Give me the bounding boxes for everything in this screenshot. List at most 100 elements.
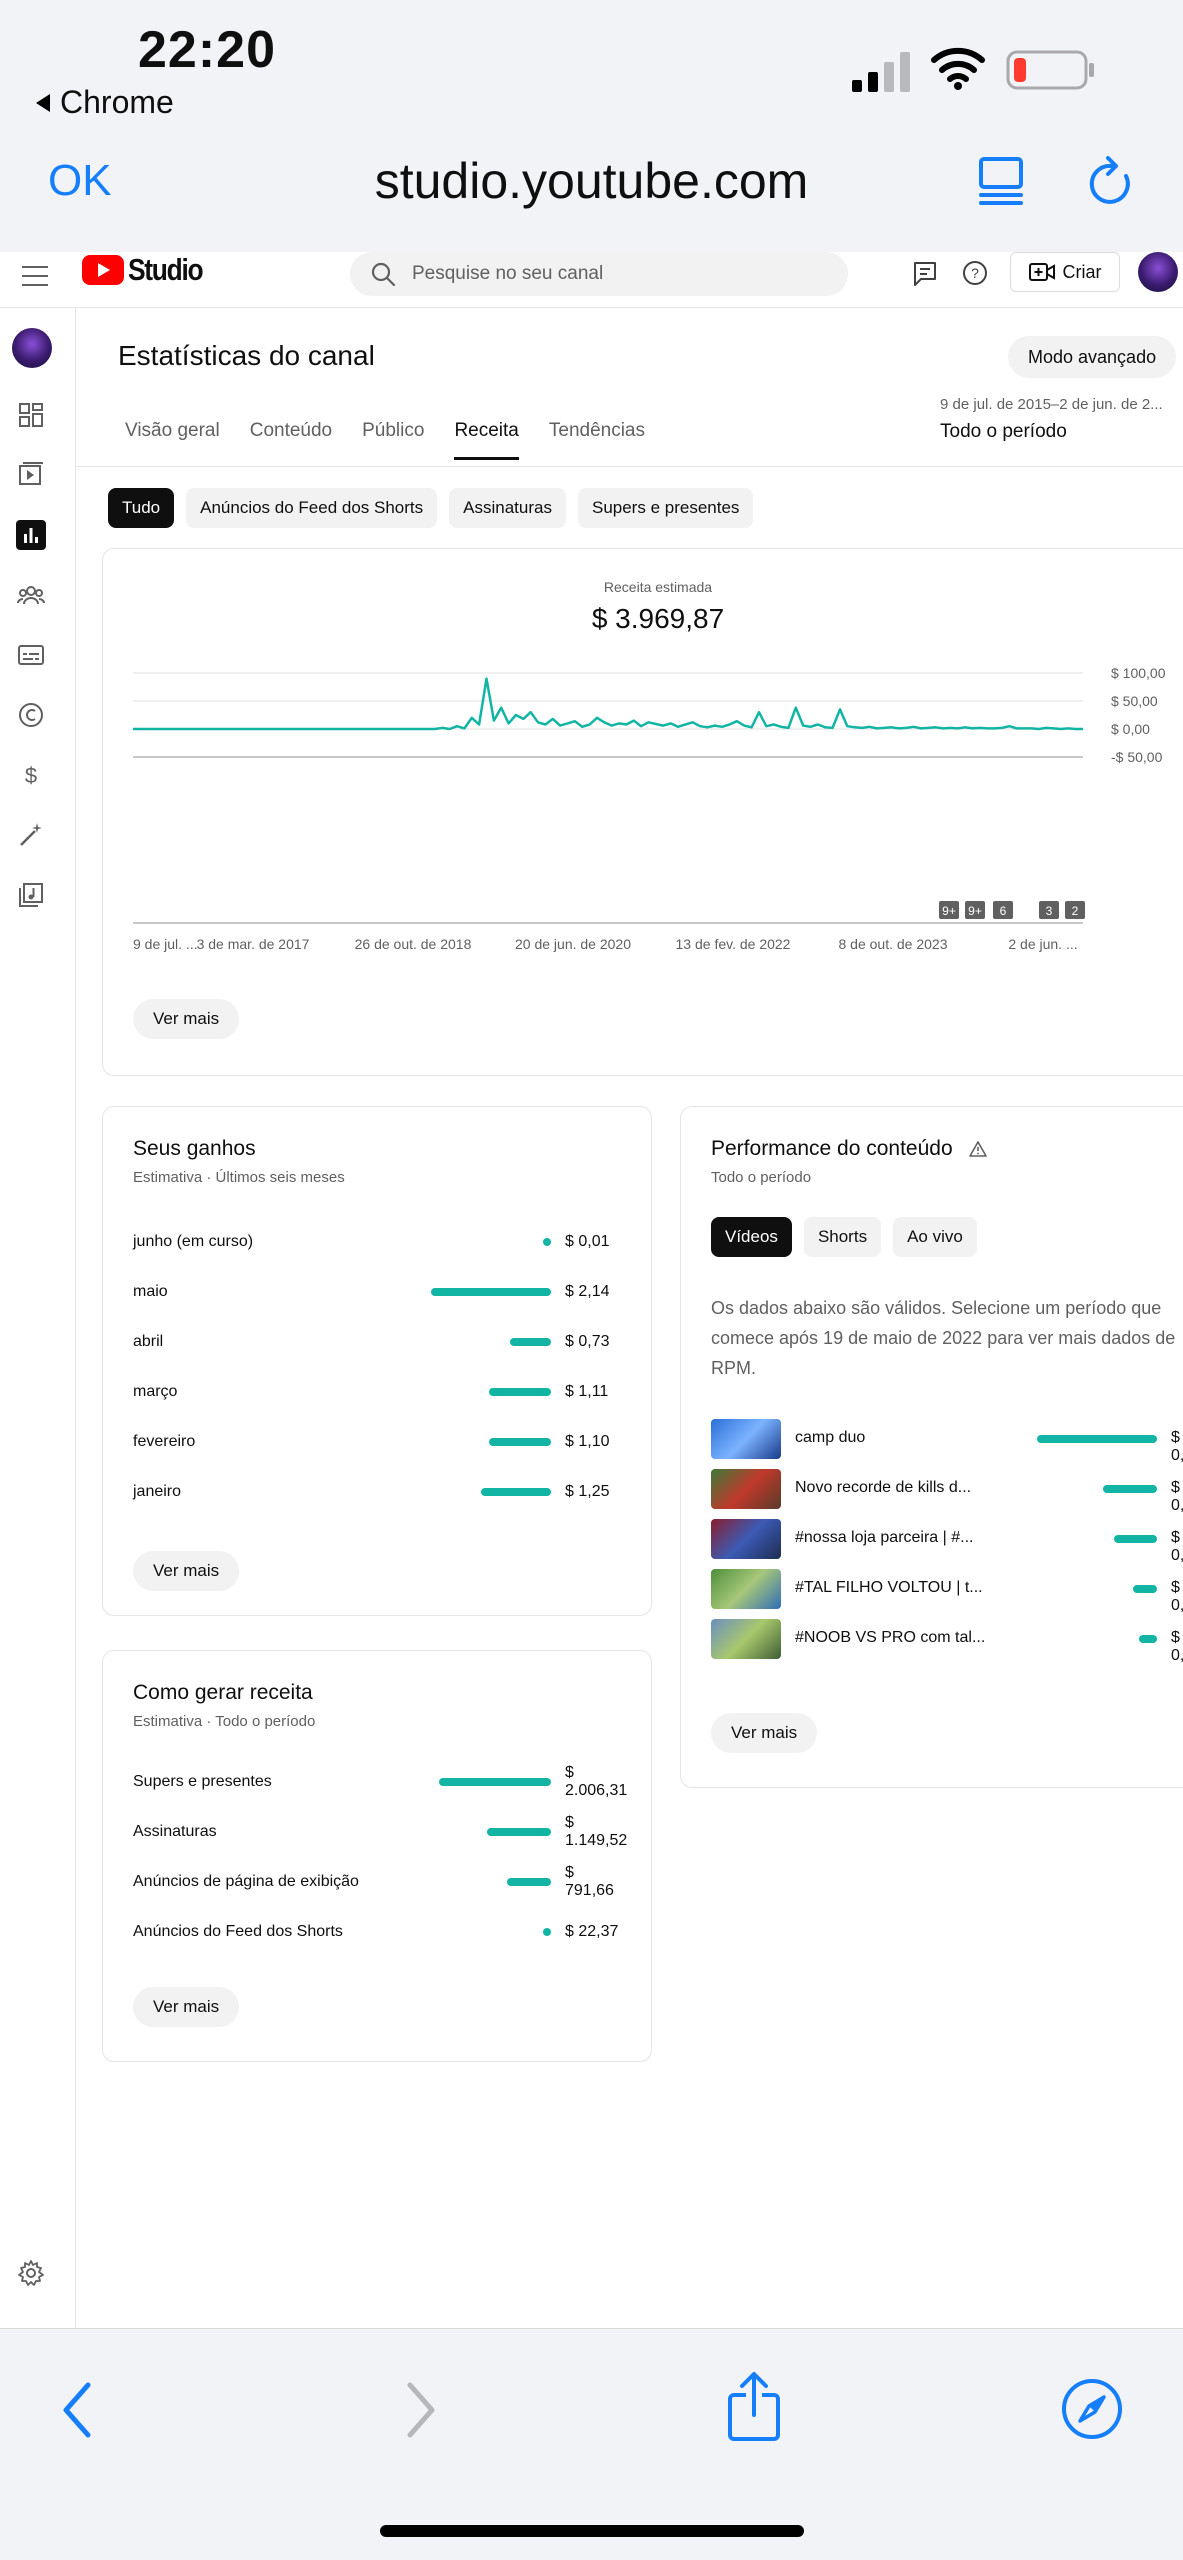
- chip-memberships[interactable]: Assinaturas: [449, 488, 566, 528]
- earnings-label: junho (em curso): [133, 1233, 254, 1250]
- video-revenue-value: $ 0,0: [1171, 1479, 1183, 1514]
- warning-icon[interactable]: [968, 1141, 987, 1158]
- earnings-subtitle: Estimativa · Últimos seis meses: [133, 1169, 345, 1186]
- back-chevron-icon[interactable]: [58, 2379, 98, 2441]
- earnings-bar: [431, 1288, 551, 1296]
- performance-more-button[interactable]: Ver mais: [711, 1713, 818, 1753]
- subtitles-icon[interactable]: [16, 640, 46, 670]
- channel-avatar[interactable]: [12, 328, 52, 368]
- video-thumbnail[interactable]: [711, 1519, 781, 1559]
- video-thumbnail[interactable]: [711, 1619, 781, 1659]
- tabs-divider: [76, 466, 1183, 467]
- create-button[interactable]: Criar: [1010, 252, 1120, 292]
- feedback-icon[interactable]: [908, 256, 942, 290]
- compass-icon[interactable]: [1060, 2377, 1124, 2441]
- performance-title: Performance do conteúdo: [711, 1137, 987, 1161]
- chip-supers-gifts[interactable]: Supers e presentes: [577, 488, 754, 528]
- video-row[interactable]: #TAL FILHO VOLTOU | t... $ 0,0: [711, 1569, 1183, 1614]
- chip-live[interactable]: Ao vivo: [893, 1217, 977, 1257]
- earnings-value: $ 1,25: [565, 1483, 610, 1500]
- chip-videos[interactable]: Vídeos: [711, 1217, 792, 1257]
- y-tick-label: $ 100,00: [1111, 665, 1166, 681]
- video-revenue-bar: [1133, 1585, 1157, 1593]
- sources-subtitle: Estimativa · Todo o período: [133, 1713, 316, 1730]
- video-thumbnail[interactable]: [711, 1419, 781, 1459]
- source-value: $ 1.149,52: [565, 1814, 628, 1849]
- chip-all[interactable]: Tudo: [108, 488, 175, 528]
- event-marker-label: 6: [1000, 904, 1007, 918]
- analytics-icon[interactable]: [16, 520, 46, 550]
- customization-wand-icon[interactable]: [16, 820, 46, 850]
- video-title[interactable]: #nossa loja parceira | #...: [795, 1529, 995, 1547]
- search-box[interactable]: [350, 252, 848, 296]
- video-row[interactable]: camp duo $ 0,1: [711, 1419, 1183, 1464]
- share-icon[interactable]: [724, 2371, 784, 2443]
- settings-gear-icon[interactable]: [16, 2258, 46, 2288]
- chip-shorts-feed-ads[interactable]: Anúncios do Feed dos Shorts: [186, 488, 438, 528]
- earnings-bar: [488, 1388, 551, 1396]
- source-value: $ 2.006,31: [565, 1764, 628, 1799]
- audio-library-icon[interactable]: [16, 880, 46, 910]
- dashboard-icon[interactable]: [16, 400, 46, 430]
- source-bar: [486, 1828, 551, 1836]
- video-revenue-bar: [1113, 1535, 1157, 1543]
- source-row: Anúncios de página de exibição $ 791,66: [133, 1864, 623, 1899]
- chip-shorts[interactable]: Shorts: [803, 1217, 882, 1257]
- tab-revenue[interactable]: Receita: [439, 402, 533, 460]
- tab-audience[interactable]: Público: [347, 402, 439, 460]
- performance-chips: Vídeos Shorts Ao vivo: [711, 1217, 977, 1257]
- video-title[interactable]: #TAL FILHO VOLTOU | t...: [795, 1579, 995, 1597]
- video-thumbnail[interactable]: [711, 1569, 781, 1609]
- forward-chevron-icon[interactable]: [400, 2379, 440, 2441]
- source-bar: [439, 1778, 551, 1786]
- video-row[interactable]: #nossa loja parceira | #... $ 0,0: [711, 1519, 1183, 1564]
- video-title[interactable]: #NOOB VS PRO com tal...: [795, 1629, 995, 1647]
- video-row[interactable]: #NOOB VS PRO com tal... $ 0,0: [711, 1619, 1183, 1664]
- revenue-line-chart: $ 100,00 $ 50,00 $ 0,00 -$ 50,00 9+ 9+ 6 3 2 9 de…: [133, 665, 1166, 952]
- svg-text:$: $: [25, 763, 37, 788]
- video-title[interactable]: camp duo: [795, 1429, 995, 1447]
- period-label: Todo o período: [940, 421, 1067, 442]
- earnings-bar: [480, 1488, 551, 1496]
- content-performance-card: Performance do conteúdo Todo o período V…: [680, 1106, 1183, 1788]
- search-input[interactable]: [412, 263, 792, 285]
- sources-more-button[interactable]: Ver mais: [133, 1987, 240, 2027]
- video-row[interactable]: Novo recorde de kills d... $ 0,0: [711, 1469, 1183, 1514]
- back-to-app-button[interactable]: Chrome: [36, 84, 174, 121]
- earnings-label: abril: [133, 1333, 164, 1350]
- reload-icon[interactable]: [1086, 156, 1136, 208]
- video-thumbnail[interactable]: [711, 1469, 781, 1509]
- community-icon[interactable]: [16, 580, 46, 610]
- event-marker-label: 3: [1046, 904, 1053, 918]
- revenue-series-line: [133, 677, 1083, 731]
- y-tick-label: $ 0,00: [1111, 721, 1150, 737]
- advanced-mode-button[interactable]: Modo avançado: [1008, 336, 1177, 378]
- content-icon[interactable]: [16, 460, 46, 490]
- menu-icon[interactable]: [22, 266, 48, 288]
- help-icon[interactable]: ?: [958, 256, 992, 290]
- earnings-more-button[interactable]: Ver mais: [133, 1551, 240, 1591]
- earnings-bar: [510, 1338, 551, 1346]
- account-avatar[interactable]: [1138, 252, 1178, 292]
- revenue-sources-card: Como gerar receita Estimativa · Todo o p…: [102, 1650, 652, 2062]
- earn-dollar-icon[interactable]: $: [16, 760, 46, 790]
- tab-overview[interactable]: Visão geral: [110, 402, 235, 460]
- source-row: Anúncios do Feed dos Shorts $ 22,37: [133, 1917, 623, 1947]
- tab-content[interactable]: Conteúdo: [235, 402, 347, 460]
- tab-trends[interactable]: Tendências: [534, 402, 660, 460]
- earnings-title: Seus ganhos: [133, 1137, 256, 1160]
- earnings-row: março $ 1,11: [133, 1377, 623, 1407]
- performance-note: Os dados abaixo são válidos. Selecione u…: [711, 1298, 1176, 1378]
- studio-logo[interactable]: Studio: [82, 252, 215, 288]
- source-value: $ 791,66: [565, 1864, 614, 1899]
- video-title[interactable]: Novo recorde de kills d...: [795, 1479, 995, 1497]
- reader-view-icon[interactable]: [978, 156, 1024, 206]
- studio-logo-text: Studio: [128, 252, 204, 287]
- y-tick-label: $ 50,00: [1111, 693, 1158, 709]
- video-revenue-bar: [1037, 1435, 1157, 1443]
- period-selector[interactable]: 9 de jul. de 2015–2 de jun. de 2... Todo…: [940, 396, 1180, 443]
- source-label: Anúncios de página de exibição: [133, 1873, 359, 1890]
- revenue-more-button[interactable]: Ver mais: [133, 999, 240, 1039]
- copyright-icon[interactable]: [16, 700, 46, 730]
- earnings-label: janeiro: [133, 1483, 182, 1500]
